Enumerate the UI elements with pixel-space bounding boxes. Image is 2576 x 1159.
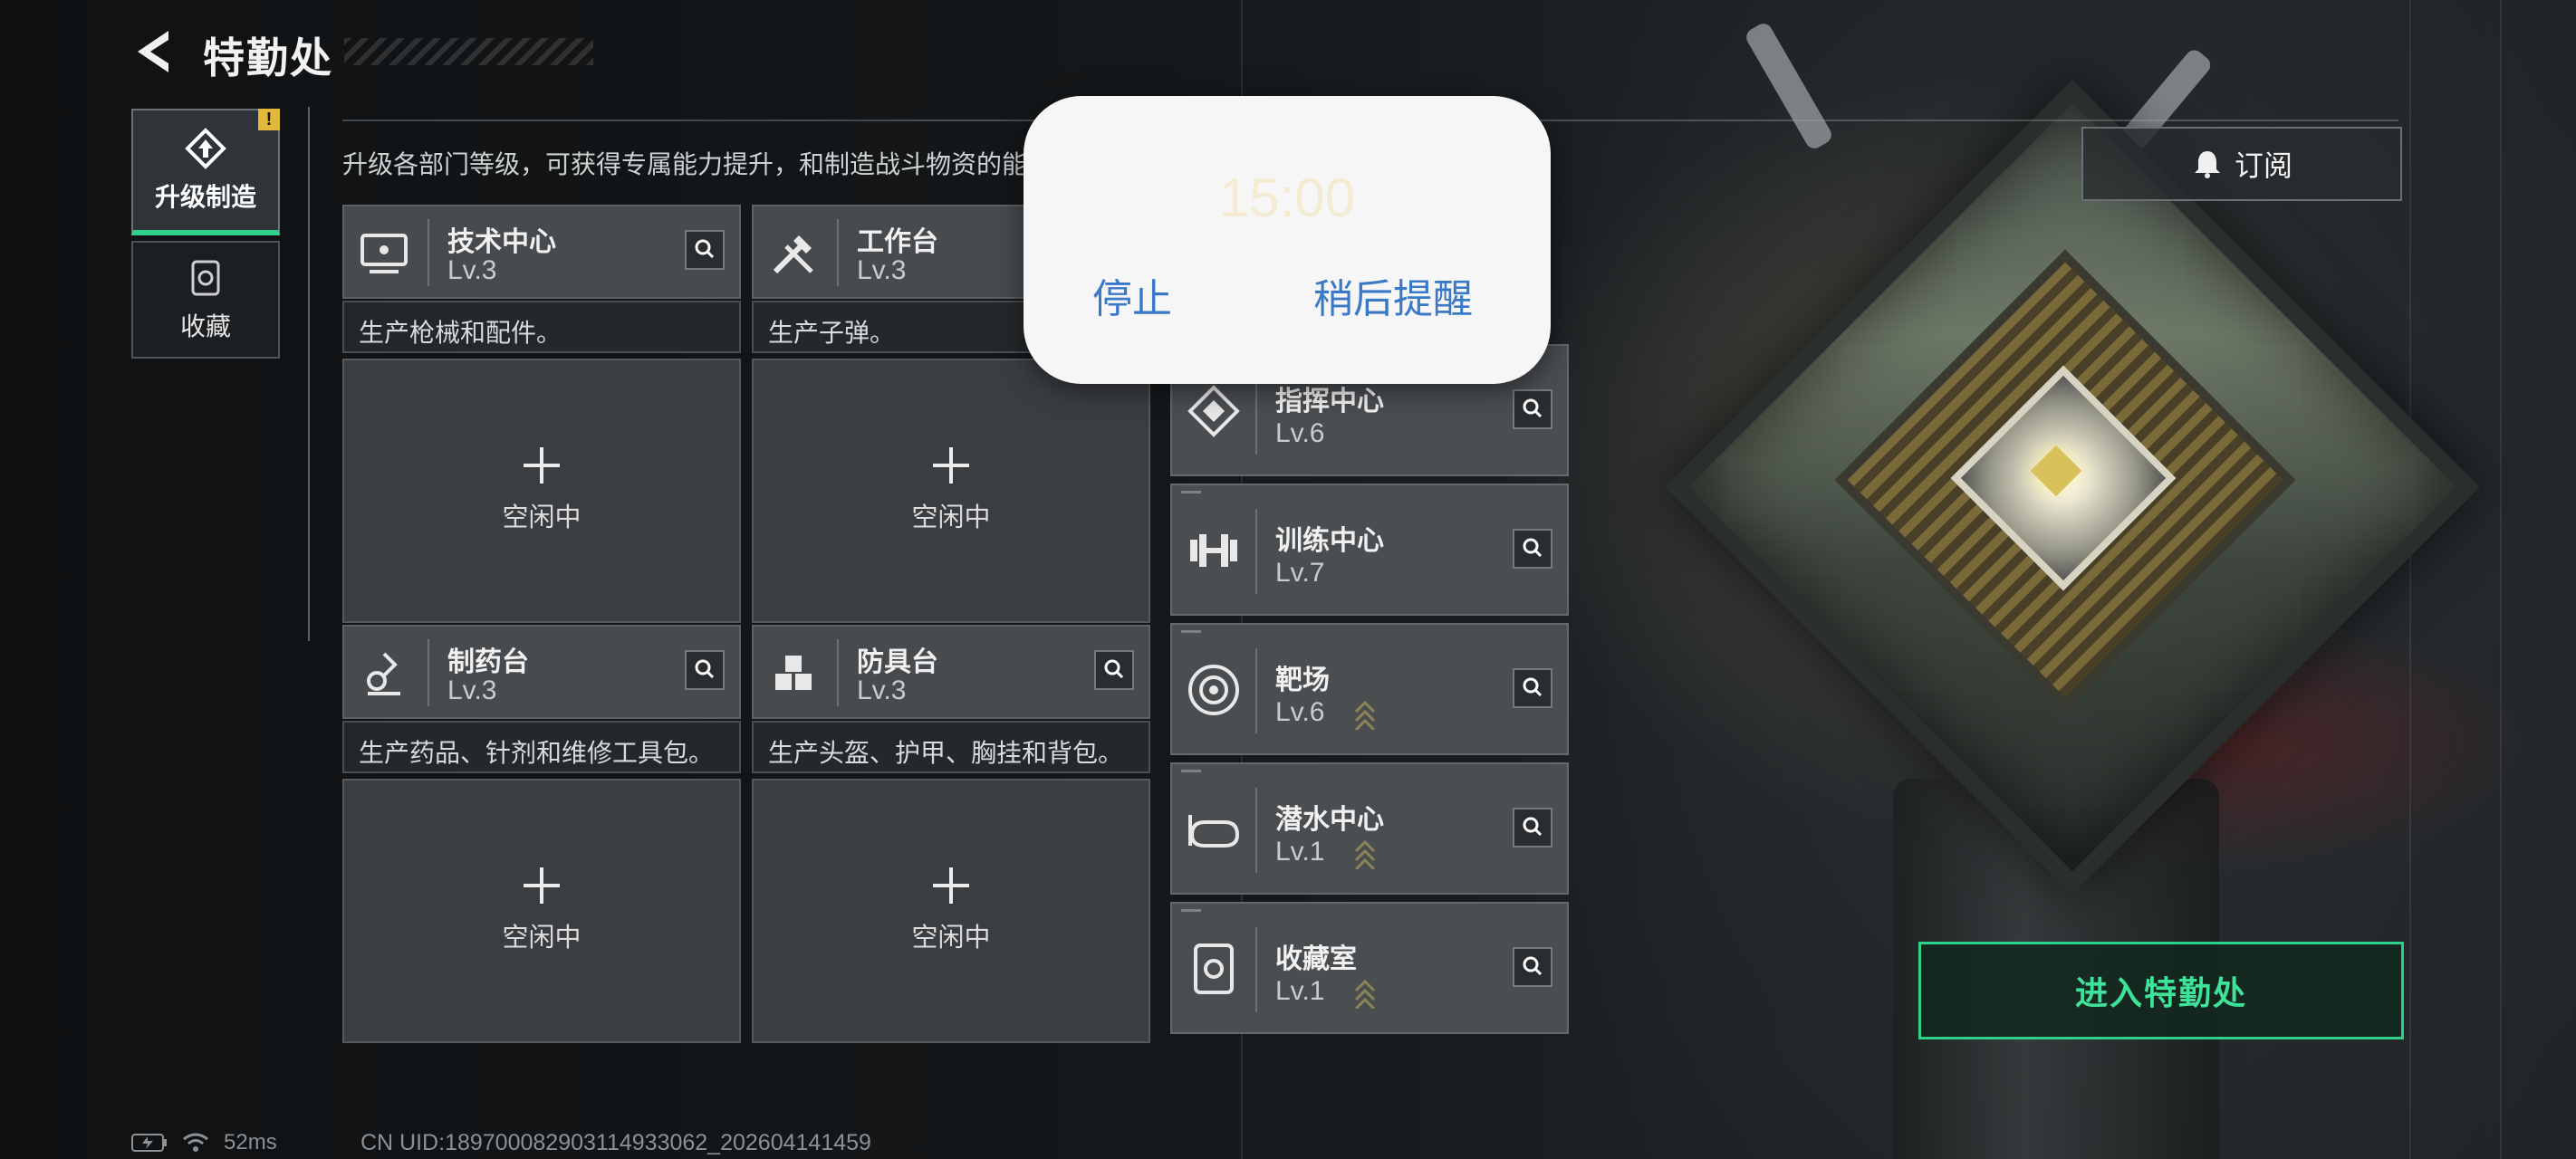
tab-label: 升级制造 bbox=[154, 183, 256, 211]
facility-level: Lv.1 bbox=[1275, 976, 1325, 1006]
facility-level: Lv.7 bbox=[1275, 558, 1325, 588]
card-level: Lv.3 bbox=[857, 255, 907, 285]
collection-icon bbox=[184, 256, 227, 300]
card-name: 工作台 bbox=[857, 227, 938, 257]
facility-level: Lv.6 bbox=[1275, 697, 1325, 727]
ping-value: 52ms bbox=[224, 1130, 277, 1154]
tab-label: 收藏 bbox=[179, 312, 231, 340]
card-name: 制药台 bbox=[447, 647, 529, 677]
shooting-range-icon bbox=[1185, 661, 1243, 719]
stop-button[interactable]: 停止 bbox=[1092, 266, 1172, 324]
upgrade-icon bbox=[184, 127, 227, 170]
page-title: 特勤处 bbox=[203, 34, 333, 81]
timer-value: 15:00 bbox=[1218, 168, 1356, 228]
facility-name: 潜水中心 bbox=[1275, 805, 1384, 835]
plus-icon bbox=[933, 867, 969, 904]
battery-icon bbox=[131, 1134, 167, 1152]
facility-name: 指挥中心 bbox=[1275, 387, 1384, 417]
search-icon[interactable] bbox=[1513, 947, 1552, 987]
production-slot[interactable]: 空闲中 bbox=[752, 779, 1150, 1043]
enter-special-ops-button[interactable]: 进入特勤处 bbox=[1918, 942, 2404, 1039]
bell-icon bbox=[2194, 151, 2220, 178]
search-icon[interactable] bbox=[1513, 668, 1552, 708]
plus-icon bbox=[524, 867, 560, 904]
bg-line bbox=[2500, 0, 2502, 1159]
production-slot[interactable]: 空闲中 bbox=[342, 359, 741, 623]
chevron-left-icon[interactable] bbox=[132, 27, 174, 76]
divider bbox=[308, 107, 310, 641]
facility-training-center[interactable]: 训练中心 Lv.7 bbox=[1170, 484, 1569, 616]
facility-shooting-range[interactable]: 靶场 Lv.6 bbox=[1170, 623, 1569, 755]
card-header[interactable]: 防具台 Lv.3 bbox=[752, 625, 1150, 719]
command-center-icon bbox=[1185, 382, 1243, 440]
title-decoration bbox=[344, 38, 593, 65]
facility-collection-room[interactable]: 收藏室 Lv.1 bbox=[1170, 902, 1569, 1034]
plus-icon bbox=[933, 447, 969, 484]
training-center-icon bbox=[1185, 522, 1243, 580]
pharmacy-icon bbox=[357, 647, 411, 701]
card-level: Lv.3 bbox=[447, 255, 497, 285]
search-icon[interactable] bbox=[1094, 650, 1134, 690]
card-level: Lv.3 bbox=[857, 675, 907, 705]
card-name: 技术中心 bbox=[447, 227, 556, 257]
upgrade-chevron-icon bbox=[1353, 978, 1377, 1011]
upgrade-chevron-icon bbox=[1353, 699, 1377, 732]
slot-status: 空闲中 bbox=[502, 924, 582, 953]
remind-later-button[interactable]: 稍后提醒 bbox=[1313, 266, 1473, 324]
production-card-armory: 防具台 Lv.3 生产头盔、护甲、胸挂和背包。 空闲中 bbox=[752, 625, 1150, 1043]
section-description: 升级各部门等级，可获得专属能力提升，和制造战斗物资的能 bbox=[342, 150, 1028, 178]
subscribe-button[interactable]: 订阅 bbox=[2081, 127, 2402, 201]
tech-center-icon bbox=[357, 226, 411, 281]
card-name: 防具台 bbox=[857, 647, 938, 677]
warning-badge: ! bbox=[258, 109, 280, 130]
production-card-pharmacy: 制药台 Lv.3 生产药品、针剂和维修工具包。 空闲中 bbox=[342, 625, 741, 1043]
diving-center-icon bbox=[1185, 800, 1243, 858]
timer-popup: 15:00 停止 稍后提醒 bbox=[1024, 96, 1551, 384]
facility-level: Lv.6 bbox=[1275, 418, 1325, 448]
facility-level: Lv.1 bbox=[1275, 837, 1325, 867]
facility-name: 训练中心 bbox=[1275, 526, 1384, 556]
slot-status: 空闲中 bbox=[502, 503, 582, 532]
production-slot[interactable]: 空闲中 bbox=[342, 779, 741, 1043]
wifi-icon bbox=[183, 1133, 208, 1152]
uid-text: CN UID:18970008290311493306​2_2026041414… bbox=[360, 1130, 871, 1155]
production-slot[interactable]: 空闲中 bbox=[752, 359, 1150, 623]
facility-name: 收藏室 bbox=[1275, 944, 1357, 974]
tab-upgrade-manufacture[interactable]: ! 升级制造 bbox=[131, 109, 280, 235]
slot-status: 空闲中 bbox=[911, 503, 991, 532]
search-icon[interactable] bbox=[1513, 529, 1552, 569]
subscribe-label: 订阅 bbox=[2234, 149, 2292, 182]
card-description: 生产头盔、护甲、胸挂和背包。 bbox=[752, 721, 1150, 773]
collection-room-icon bbox=[1185, 940, 1243, 998]
search-icon[interactable] bbox=[685, 230, 725, 270]
facility-diving-center[interactable]: 潜水中心 Lv.1 bbox=[1170, 762, 1569, 895]
workbench-icon bbox=[766, 226, 821, 281]
search-icon[interactable] bbox=[685, 650, 725, 690]
card-description: 生产药品、针剂和维修工具包。 bbox=[342, 721, 741, 773]
status-bar: 52ms bbox=[131, 1130, 277, 1155]
slot-status: 空闲中 bbox=[911, 924, 991, 953]
search-icon[interactable] bbox=[1513, 808, 1552, 848]
card-level: Lv.3 bbox=[447, 675, 497, 705]
card-header[interactable]: 制药台 Lv.3 bbox=[342, 625, 741, 719]
search-icon[interactable] bbox=[1513, 389, 1552, 429]
production-card-tech-center: 技术中心 Lv.3 生产枪械和配件。 空闲中 bbox=[342, 205, 741, 623]
tab-collection[interactable]: 收藏 bbox=[131, 241, 280, 359]
plus-icon bbox=[524, 447, 560, 484]
facility-name: 靶场 bbox=[1275, 666, 1330, 695]
card-header[interactable]: 技术中心 Lv.3 bbox=[342, 205, 741, 299]
armory-icon bbox=[766, 647, 821, 701]
card-description: 生产枪械和配件。 bbox=[342, 301, 741, 353]
upgrade-chevron-icon bbox=[1353, 838, 1377, 871]
